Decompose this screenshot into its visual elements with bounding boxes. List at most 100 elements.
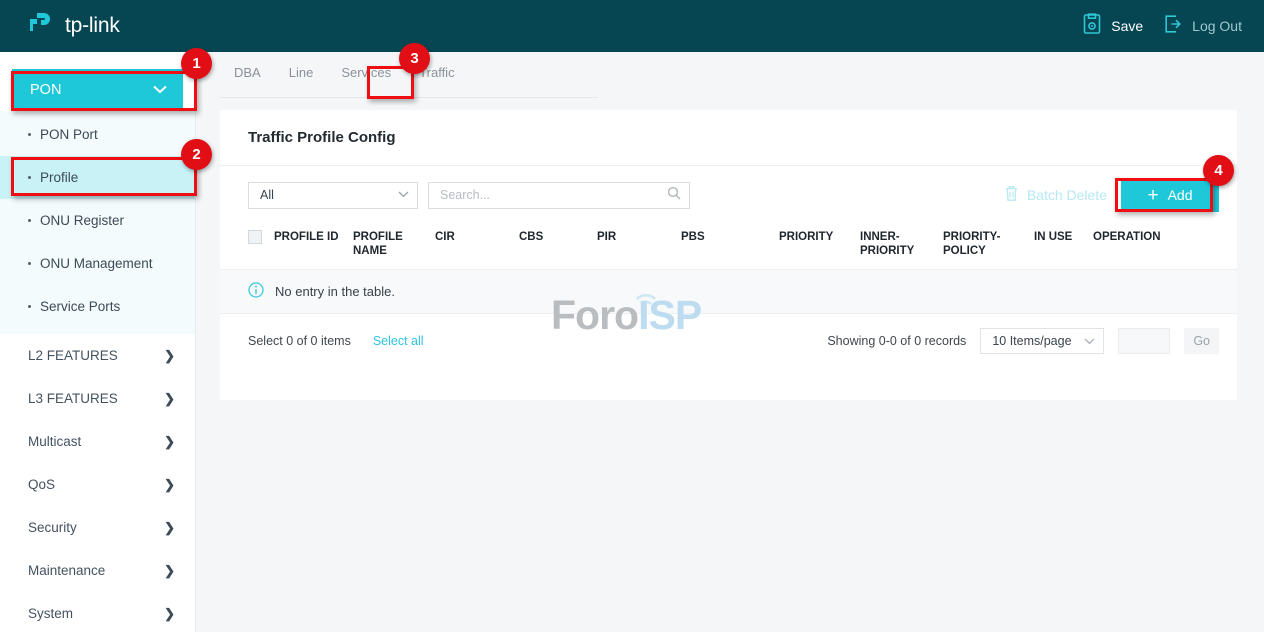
toolbar-actions: Batch Delete + Add (1004, 178, 1219, 212)
sidebar-item-l2-features[interactable]: L2 FEATURES ❯ (0, 334, 195, 377)
save-gear-icon (1082, 13, 1102, 40)
content-card: Traffic Profile Config All (220, 110, 1237, 400)
bullet-icon (28, 305, 31, 308)
brand-name: tp-link (65, 14, 120, 38)
sidebar-item-qos[interactable]: QoS ❯ (0, 463, 195, 506)
profiles-table: PROFILE ID PROFILE NAME CIR CBS PIR PBS … (220, 224, 1237, 270)
column-pbs[interactable]: PBS (681, 224, 779, 269)
sidebar-item-onu-register[interactable]: ONU Register (0, 199, 195, 242)
column-priority-policy[interactable]: PRIORITY-POLICY (943, 224, 1034, 269)
trash-icon (1004, 185, 1019, 205)
sidebar-item-label: L3 FEATURES (28, 391, 118, 406)
filter-select-value: All (260, 188, 274, 202)
sidebar-item-profile[interactable]: Profile (0, 156, 195, 199)
select-all-checkbox[interactable] (248, 230, 262, 244)
table-empty-row: No entry in the table. (220, 270, 1237, 314)
info-circle-icon (248, 282, 264, 301)
filter-select[interactable]: All (248, 182, 418, 209)
table-empty-text: No entry in the table. (275, 284, 395, 299)
page-number-input[interactable] (1118, 328, 1170, 354)
table-header: PROFILE ID PROFILE NAME CIR CBS PIR PBS … (220, 224, 1237, 269)
page-size-select[interactable]: 10 Items/page (980, 328, 1104, 354)
chevron-down-icon (398, 190, 409, 201)
sidebar-item-multicast[interactable]: Multicast ❯ (0, 420, 195, 463)
chevron-right-icon: ❯ (164, 606, 175, 622)
annotation-badge-4: 4 (1203, 155, 1234, 186)
sidebar-menu-pon-label: PON (30, 82, 61, 98)
search-icon[interactable] (667, 186, 681, 205)
sidebar-item-label: System (28, 606, 73, 621)
sidebar-item-pon-port[interactable]: PON Port (0, 113, 195, 156)
column-in-use[interactable]: IN USE (1034, 224, 1093, 269)
table-footer: Select 0 of 0 items Select all Showing 0… (220, 314, 1237, 354)
sidebar-item-label: ONU Register (40, 213, 124, 228)
top-bar-actions: Save Log Out (1082, 13, 1242, 40)
sidebar-submenu: PON Port Profile ONU Register ONU Manage… (0, 111, 195, 334)
chevron-right-icon: ❯ (164, 391, 175, 407)
batch-delete-button[interactable]: Batch Delete (1004, 185, 1107, 205)
annotation-badge-3: 3 (399, 43, 430, 74)
sidebar-item-label: Service Ports (40, 299, 120, 314)
tab-line[interactable]: Line (275, 66, 328, 88)
page-size-value: 10 Items/page (992, 334, 1071, 348)
go-button[interactable]: Go (1184, 328, 1219, 354)
app-root: tp-link Save (0, 0, 1264, 632)
tab-services[interactable]: Services (327, 66, 405, 88)
plus-icon: + (1147, 186, 1158, 205)
annotation-badge-1: 1 (181, 48, 212, 79)
brand-logo[interactable]: tp-link (26, 9, 120, 44)
pagination: Showing 0-0 of 0 records 10 Items/page G… (827, 328, 1219, 354)
column-inner-priority[interactable]: INNER-PRIORITY (860, 224, 943, 269)
sidebar-item-l3-features[interactable]: L3 FEATURES ❯ (0, 377, 195, 420)
column-cir[interactable]: CIR (435, 224, 519, 269)
sidebar-item-label: QoS (28, 477, 55, 492)
logout-arrow-icon (1163, 14, 1183, 39)
top-bar: tp-link Save (0, 0, 1264, 52)
column-pir[interactable]: PIR (597, 224, 681, 269)
bullet-icon (28, 133, 31, 136)
table-toolbar: All (220, 166, 1237, 224)
tp-link-logo-icon (26, 9, 56, 44)
logout-button[interactable]: Log Out (1163, 14, 1242, 39)
chevron-right-icon: ❯ (164, 520, 175, 536)
sidebar-menu-pon[interactable]: PON (12, 69, 183, 111)
sidebar-item-service-ports[interactable]: Service Ports (0, 285, 195, 328)
search-box[interactable] (428, 182, 690, 209)
sidebar-item-label: PON Port (40, 127, 98, 142)
page-title: Traffic Profile Config (220, 110, 1237, 146)
table-header-row: PROFILE ID PROFILE NAME CIR CBS PIR PBS … (220, 224, 1237, 269)
sidebar-item-maintenance[interactable]: Maintenance ❯ (0, 549, 195, 592)
save-button[interactable]: Save (1082, 13, 1143, 40)
chevron-right-icon: ❯ (164, 348, 175, 364)
sidebar-item-label: L2 FEATURES (28, 348, 118, 363)
selection-count: Select 0 of 0 items (248, 334, 351, 348)
chevron-down-icon (153, 82, 167, 98)
column-priority[interactable]: PRIORITY (779, 224, 860, 269)
sidebar-item-onu-management[interactable]: ONU Management (0, 242, 195, 285)
column-profile-id[interactable]: PROFILE ID (274, 224, 353, 269)
column-profile-name[interactable]: PROFILE NAME (353, 224, 435, 269)
chevron-down-icon (1084, 334, 1095, 348)
add-button-label: Add (1168, 187, 1193, 203)
column-cbs[interactable]: CBS (519, 224, 597, 269)
chevron-right-icon: ❯ (164, 434, 175, 450)
sidebar-item-label: Profile (40, 170, 78, 185)
column-operation[interactable]: OPERATION (1093, 224, 1237, 269)
add-button[interactable]: + Add (1121, 178, 1219, 212)
select-all-checkbox-cell (220, 224, 274, 269)
sidebar: PON PON Port Profile ONU Register ONU Ma… (0, 52, 196, 632)
sidebar-item-security[interactable]: Security ❯ (0, 506, 195, 549)
chevron-right-icon: ❯ (164, 477, 175, 493)
logout-label: Log Out (1192, 18, 1242, 34)
sidebar-item-label: Multicast (28, 434, 81, 449)
records-label: Showing 0-0 of 0 records (827, 334, 966, 348)
chevron-right-icon: ❯ (164, 563, 175, 579)
annotation-badge-2: 2 (181, 139, 212, 170)
search-input[interactable] (440, 188, 655, 202)
save-label: Save (1111, 18, 1143, 34)
tab-dba[interactable]: DBA (220, 66, 275, 88)
sidebar-item-label: ONU Management (40, 256, 153, 271)
sidebar-item-system[interactable]: System ❯ (0, 592, 195, 632)
sidebar-item-label: Maintenance (28, 563, 105, 578)
select-all-link[interactable]: Select all (373, 334, 424, 348)
